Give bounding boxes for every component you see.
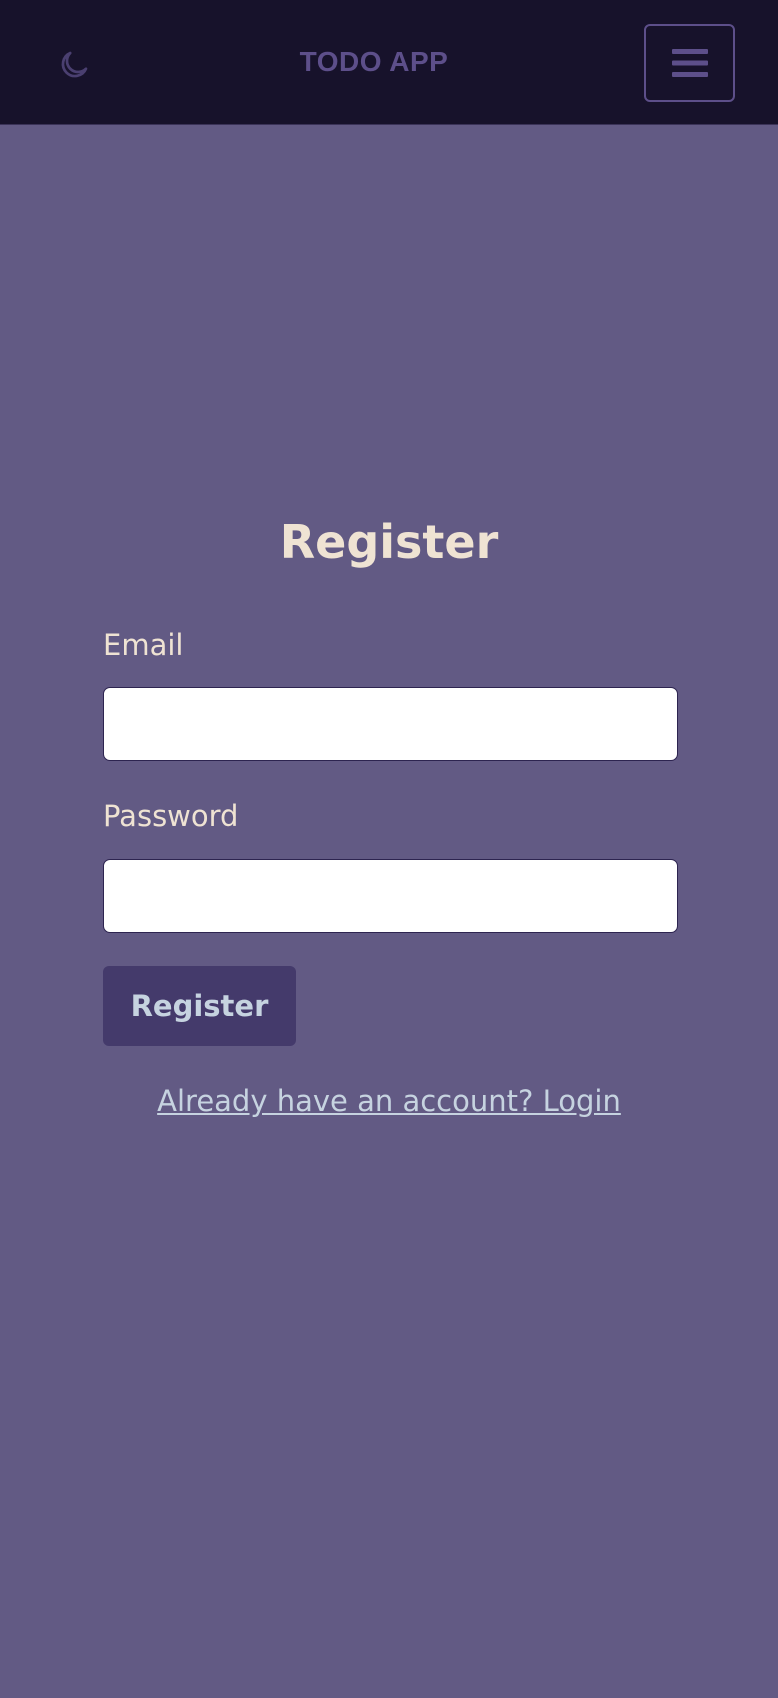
- register-button[interactable]: Register: [103, 966, 296, 1046]
- email-input[interactable]: [103, 687, 678, 761]
- email-label: Email: [103, 628, 184, 662]
- main-content: Register Email Password Register Already…: [0, 125, 778, 1698]
- login-link-container: Already have an account? Login: [0, 1081, 778, 1121]
- password-input[interactable]: [103, 859, 678, 933]
- menu-toggle-button[interactable]: [644, 24, 735, 102]
- password-label: Password: [103, 799, 239, 833]
- app-title: TODO APP: [299, 46, 449, 77]
- login-link[interactable]: Already have an account? Login: [157, 1084, 621, 1118]
- app-header: TODO APP: [0, 0, 778, 125]
- moon-icon: [61, 51, 88, 78]
- hamburger-menu-icon: [671, 49, 708, 77]
- page-title: Register: [279, 515, 499, 569]
- theme-toggle-button[interactable]: [54, 45, 94, 85]
